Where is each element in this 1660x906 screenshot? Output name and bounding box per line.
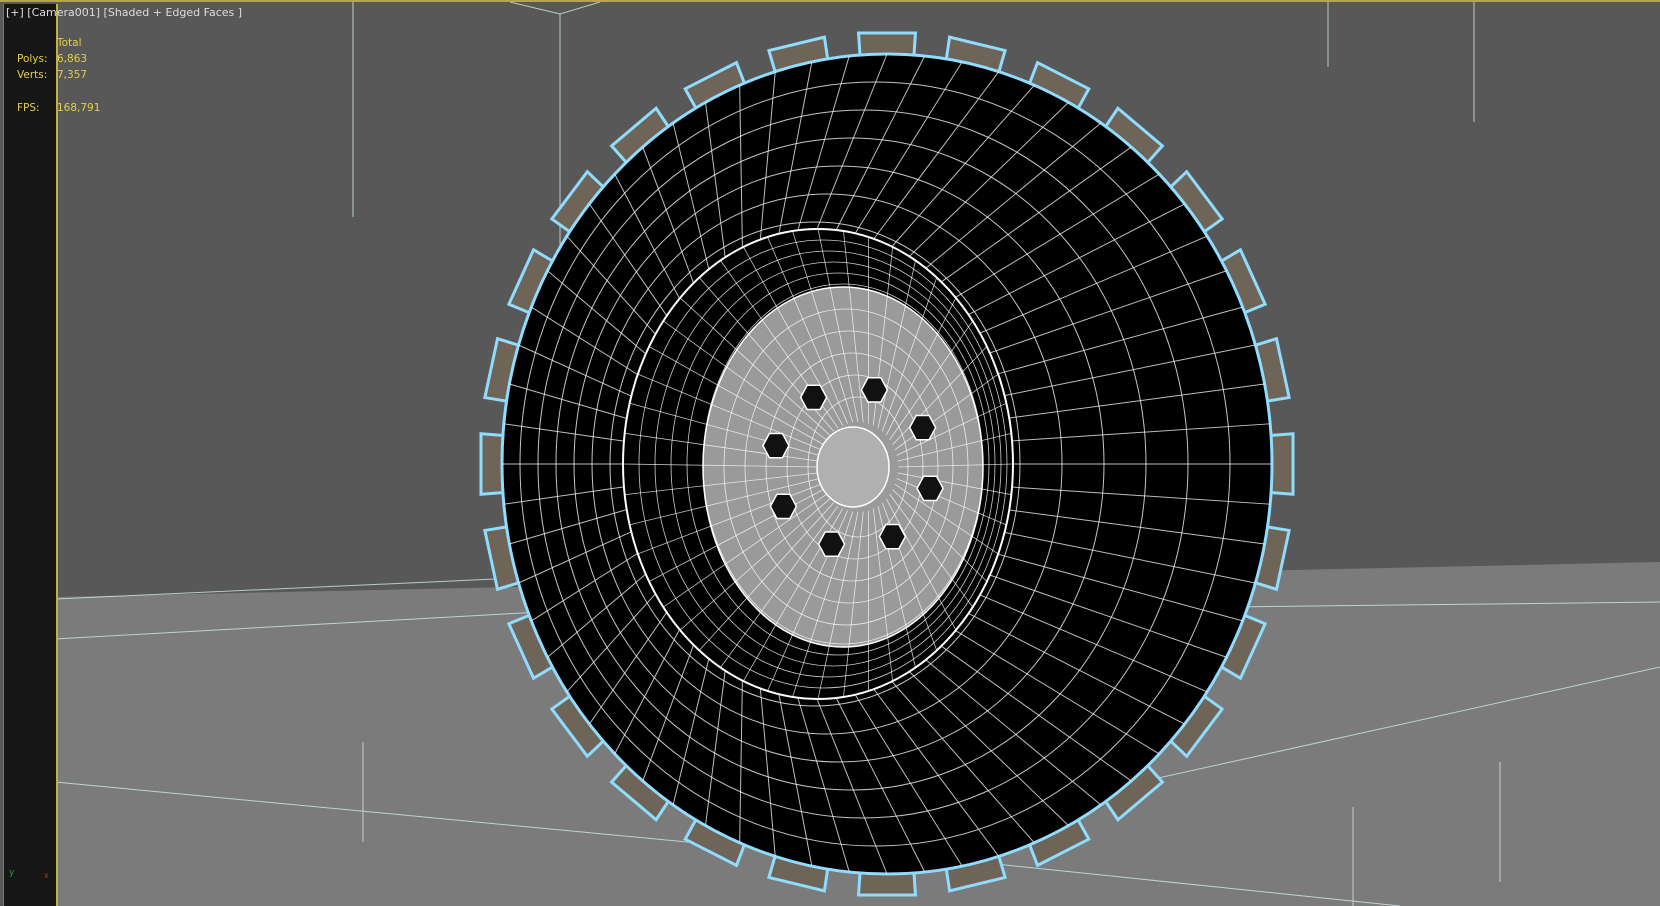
lug-nut: [801, 385, 827, 409]
verts-label: Verts:: [17, 69, 47, 81]
viewport-label-menu[interactable]: [+] [Camera001] [Shaded + Edged Faces ]: [6, 6, 242, 19]
axis-y-label: y: [9, 868, 14, 878]
guide-line: [560, 2, 600, 14]
lug-nut: [879, 525, 905, 549]
verts-value: 7,357: [57, 69, 87, 81]
left-panel-strip: [3, 4, 58, 906]
hub-cap: [817, 427, 889, 507]
lug-nut: [917, 476, 943, 500]
lug-nut: [770, 494, 796, 518]
scene-canvas[interactable]: [0, 2, 1660, 906]
polys-label: Polys:: [17, 53, 48, 65]
lug-nut: [819, 532, 845, 556]
stats-header: Total: [57, 37, 82, 49]
lug-nut: [763, 433, 789, 457]
guide-line: [510, 2, 560, 14]
fps-value: 168,791: [57, 102, 100, 114]
polys-value: 6,863: [57, 53, 87, 65]
lug-nut: [910, 416, 936, 440]
axis-x-label: x: [44, 871, 49, 880]
3d-viewport[interactable]: [+] [Camera001] [Shaded + Edged Faces ] …: [0, 0, 1660, 904]
lug-nut: [861, 378, 887, 402]
fps-label: FPS:: [17, 102, 40, 114]
